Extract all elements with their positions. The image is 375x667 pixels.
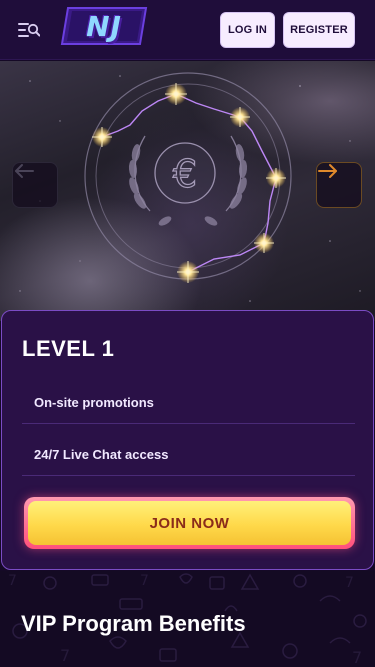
euro-symbol: € bbox=[173, 152, 197, 196]
svg-text:7: 7 bbox=[345, 575, 354, 591]
level-title: LEVEL 1 bbox=[22, 336, 115, 361]
svg-text:7: 7 bbox=[352, 648, 362, 667]
vip-benefits-section: 7 7 7 7 7 VIP Program Benefits bbox=[0, 571, 375, 667]
menu-search-icon[interactable] bbox=[16, 19, 42, 41]
carousel-next-button[interactable] bbox=[316, 162, 362, 208]
arrow-left-icon bbox=[15, 164, 34, 178]
logo-text: NJ bbox=[86, 9, 122, 43]
join-now-label: JOIN NOW bbox=[28, 501, 351, 545]
carousel-prev-button[interactable] bbox=[12, 162, 58, 208]
level-card: LEVEL 1 On-site promotions 24/7 Live Cha… bbox=[1, 310, 374, 570]
arrow-right-icon bbox=[318, 164, 337, 178]
hero-banner: € bbox=[0, 61, 375, 321]
site-logo[interactable]: NJ bbox=[60, 6, 148, 46]
register-button[interactable]: REGISTER bbox=[283, 12, 355, 48]
login-button[interactable]: LOG IN bbox=[220, 12, 275, 48]
join-now-button[interactable]: JOIN NOW bbox=[24, 497, 355, 549]
perk-item: 24/7 Live Chat access bbox=[22, 434, 355, 476]
section-title: VIP Program Benefits bbox=[21, 611, 246, 636]
svg-text:7: 7 bbox=[60, 646, 70, 665]
svg-text:7: 7 bbox=[8, 573, 17, 589]
svg-text:7: 7 bbox=[140, 573, 149, 589]
perk-item: On-site promotions bbox=[22, 382, 355, 424]
top-header: NJ LOG IN REGISTER bbox=[0, 0, 375, 60]
